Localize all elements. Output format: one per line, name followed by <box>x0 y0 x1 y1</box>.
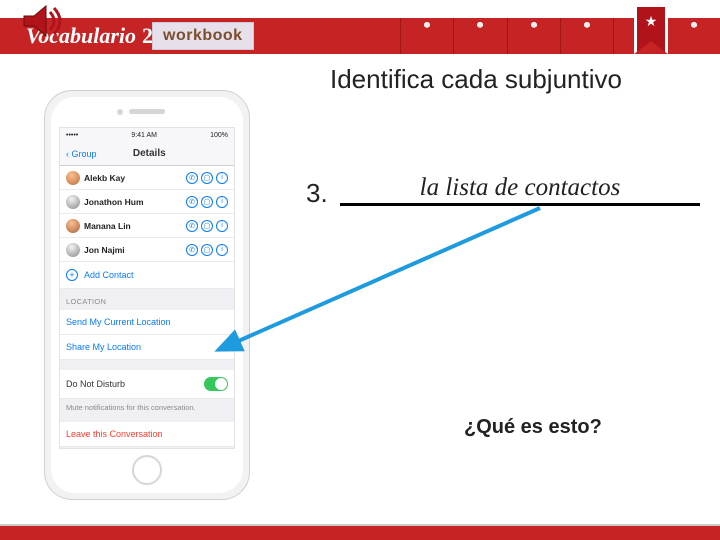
plus-icon: + <box>66 269 78 281</box>
speaker-icon <box>18 0 68 46</box>
question-subtext: ¿Qué es esto? <box>464 416 602 439</box>
nav-bar: ‹ Group Details <box>60 142 234 166</box>
section-label-location: LOCATION <box>60 289 234 310</box>
footer-band <box>0 526 720 540</box>
status-bar: ••••• 9:41 AM 100% <box>60 128 234 142</box>
workbook-chip: workbook <box>152 22 254 50</box>
share-location-cell: Share My Location <box>60 335 234 360</box>
dnd-cell: Do Not Disturb <box>60 370 234 399</box>
contact-row: Manana Lin ✆▢i <box>60 214 234 238</box>
question-number: 3. <box>306 178 328 209</box>
contact-name: Manana Lin <box>84 221 182 231</box>
carrier-signal: ••••• <box>66 132 78 139</box>
add-contact-row: + Add Contact <box>60 262 234 289</box>
nav-back: ‹ Group <box>66 149 97 159</box>
contact-actions: ✆▢i <box>186 172 228 184</box>
banner-pattern <box>400 18 720 54</box>
contact-row: Jonathon Hum ✆▢i <box>60 190 234 214</box>
phone-camera <box>117 109 123 115</box>
leave-conversation-cell: Leave this Conversation <box>60 422 234 447</box>
contact-name: Alekb Kay <box>84 173 182 183</box>
home-button-icon <box>132 455 162 485</box>
phone-illustration: ••••• 9:41 AM 100% ‹ Group Details Alekb… <box>44 90 250 500</box>
send-location-cell: Send My Current Location <box>60 310 234 335</box>
mute-note: Mute notifications for this conversation… <box>60 399 234 422</box>
status-battery: 100% <box>210 132 228 139</box>
instruction-text: Identifica cada subjuntivo <box>330 64 622 95</box>
contacts-list: Alekb Kay ✆▢i Jonathon Hum ✆▢i Manana Li… <box>60 166 234 289</box>
avatar-icon <box>66 195 80 209</box>
dnd-label: Do Not Disturb <box>66 379 125 389</box>
info-icon: i <box>216 172 228 184</box>
avatar-icon <box>66 219 80 233</box>
avatar-icon <box>66 243 80 257</box>
toggle-icon <box>204 377 228 391</box>
add-contact-label: Add Contact <box>84 270 134 280</box>
call-icon: ✆ <box>186 172 198 184</box>
phone-screen: ••••• 9:41 AM 100% ‹ Group Details Alekb… <box>59 127 235 449</box>
status-time: 9:41 AM <box>131 132 157 139</box>
phone-earpiece <box>129 109 165 114</box>
avatar-icon <box>66 171 80 185</box>
contact-row: Jon Najmi ✆▢i <box>60 238 234 262</box>
nav-title: Details <box>133 148 166 159</box>
contact-row: Alekb Kay ✆▢i <box>60 166 234 190</box>
contact-name: Jonathon Hum <box>84 197 182 207</box>
contact-name: Jon Najmi <box>84 245 182 255</box>
video-icon: ▢ <box>201 172 213 184</box>
answer-text: la lista de contactos <box>340 174 700 202</box>
